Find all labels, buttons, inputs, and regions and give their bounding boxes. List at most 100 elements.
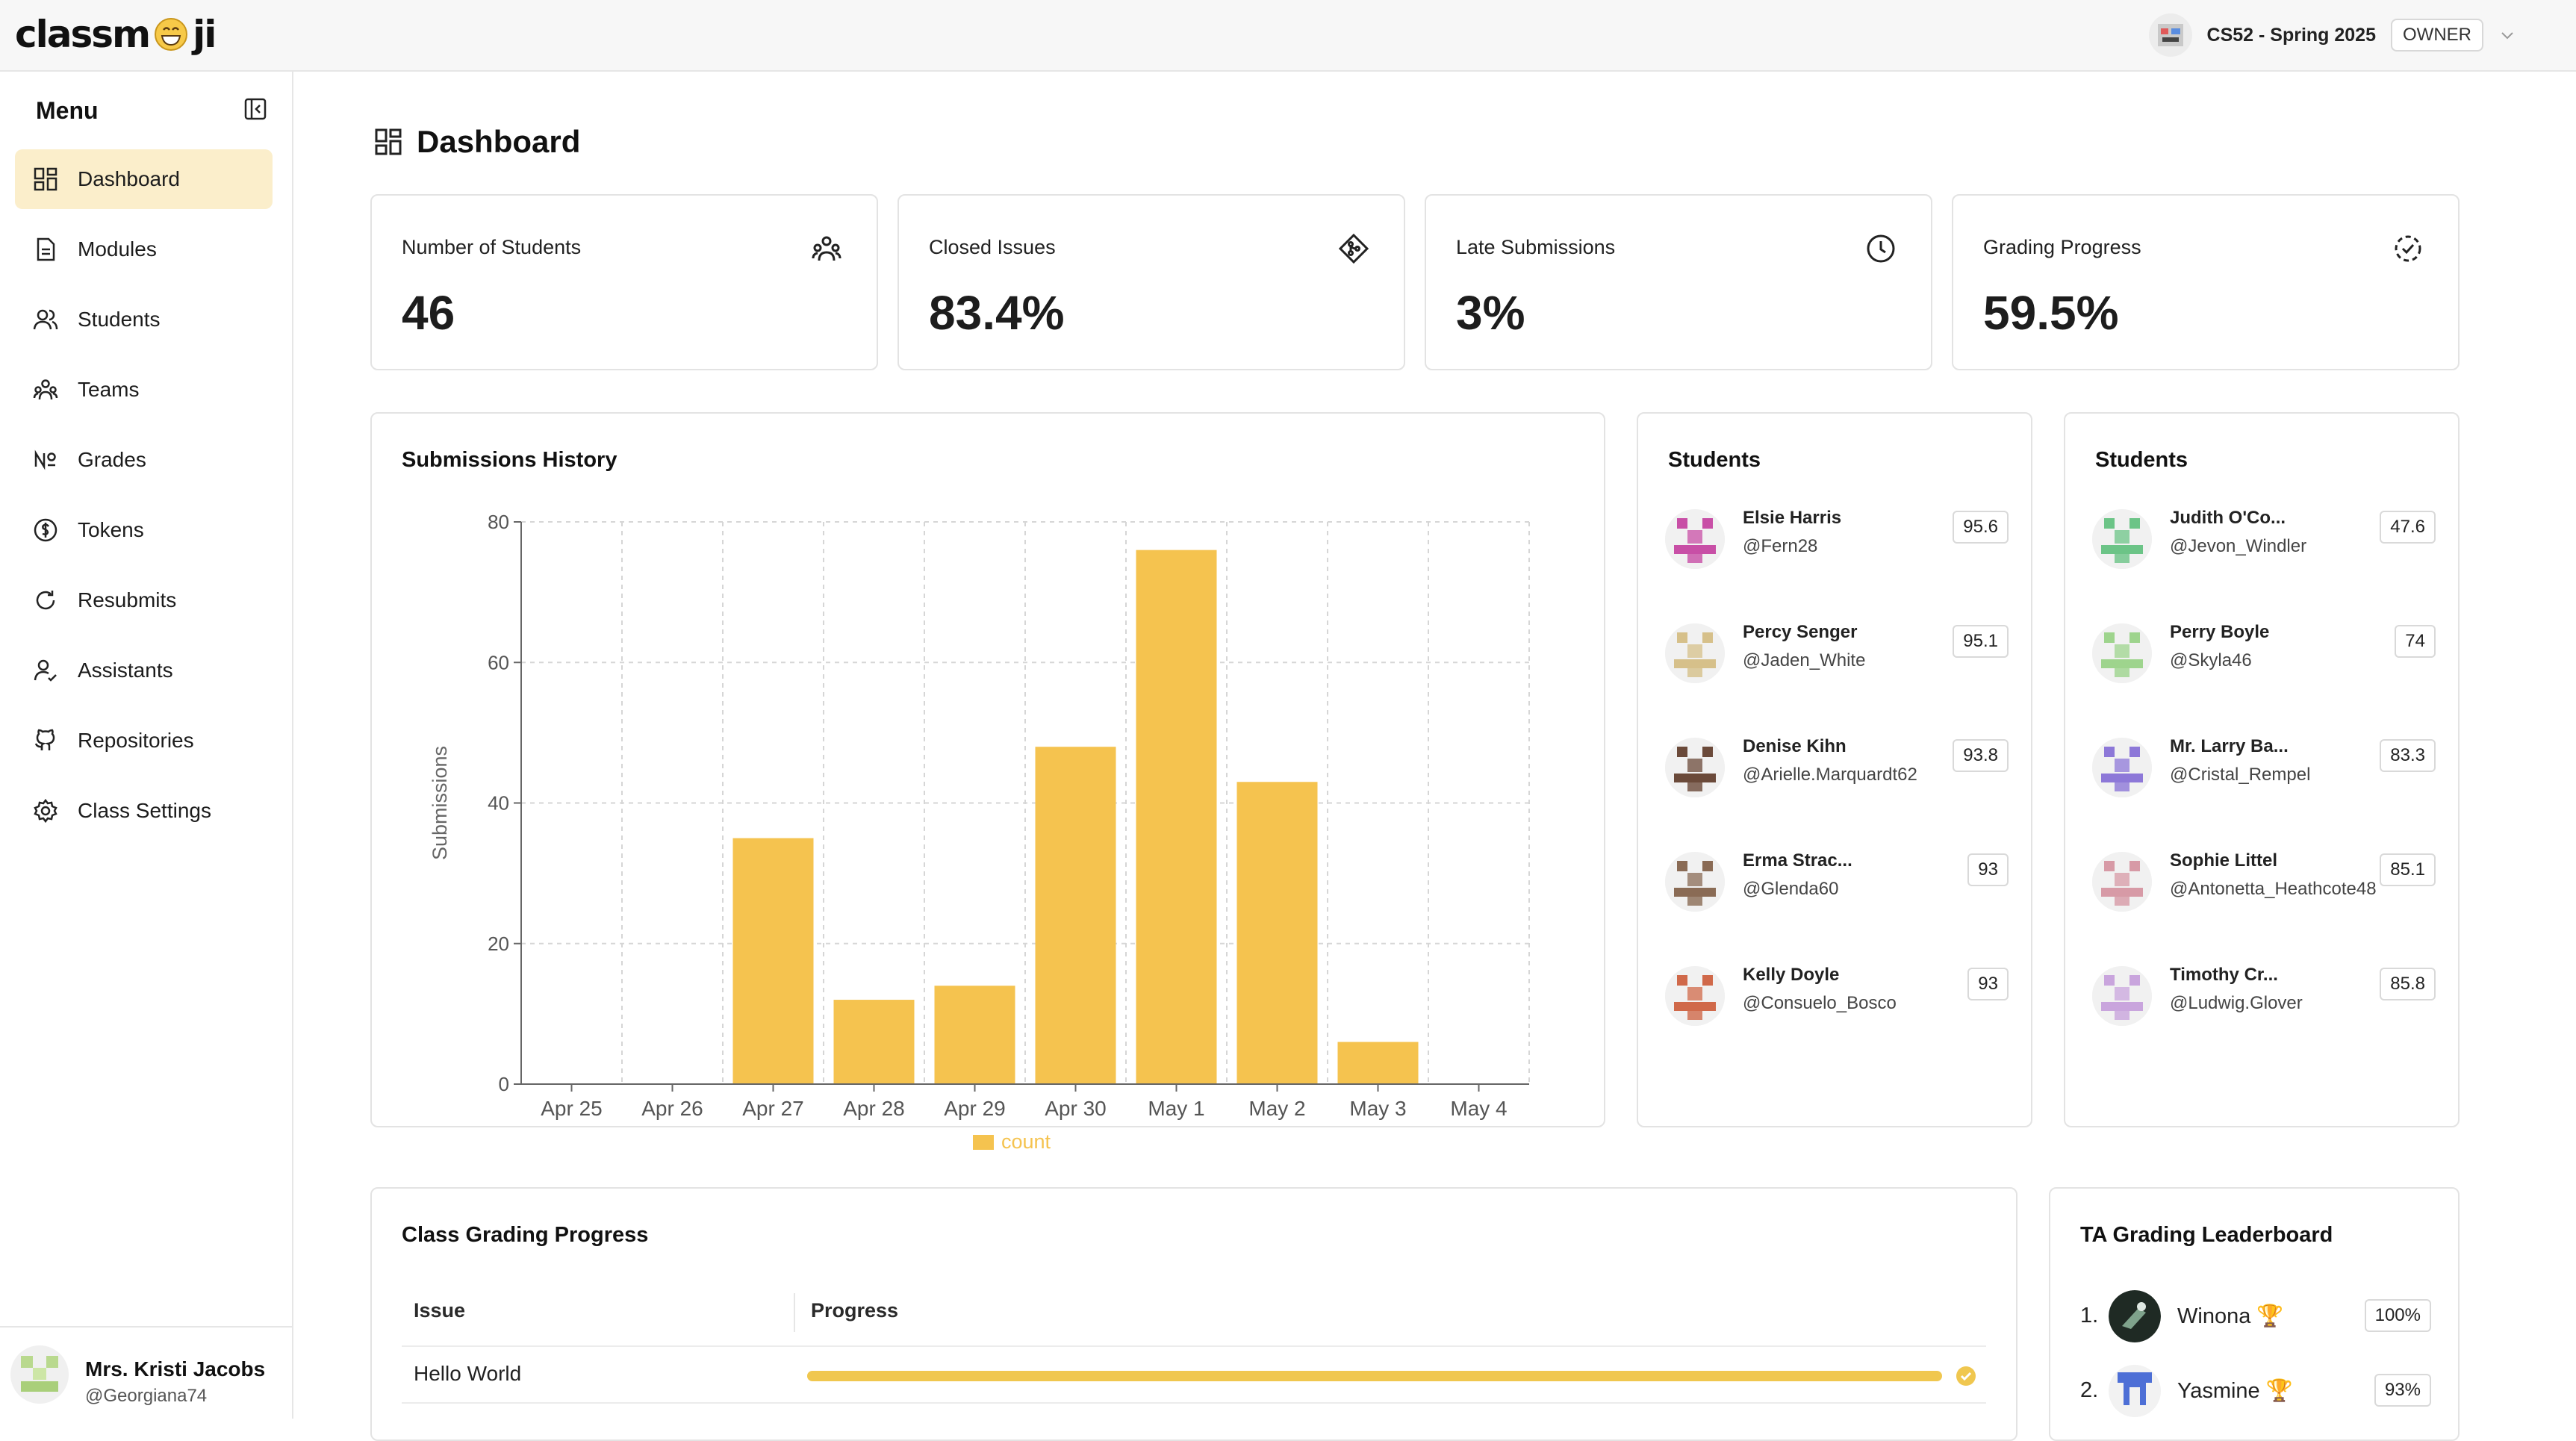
user-name: Mrs. Kristi Jacobs [85, 1357, 266, 1381]
student-name: Judith O'Co... [2170, 508, 2286, 528]
sidebar-item-grades[interactable]: Grades [15, 430, 273, 490]
refresh-icon [33, 588, 58, 613]
sidebar-item-repositories[interactable]: Repositories [15, 711, 273, 771]
legend-label: count [1001, 1130, 1051, 1153]
student-row[interactable]: Elsie Harris @Fern28 95.6 [1665, 502, 2009, 576]
course-name: CS52 - Spring 2025 [2206, 24, 2376, 46]
student-grade: 93.8 [1953, 739, 2009, 772]
student-row[interactable]: Timothy Cr... @Ludwig.Glover 85.8 [2092, 959, 2436, 1033]
chart-bar [833, 1000, 915, 1084]
x-tick-label: May 1 [1148, 1097, 1204, 1120]
top-bar: classm ji CS52 - Spring 2025 OWNER [0, 0, 2576, 72]
student-row[interactable]: Mr. Larry Ba... @Cristal_Rempel 83.3 [2092, 730, 2436, 805]
y-axis-label: Submissions [429, 746, 451, 860]
x-tick-label: May 3 [1349, 1097, 1406, 1120]
chart-bar [732, 838, 814, 1084]
student-grade: 93 [1967, 968, 2009, 1000]
sidebar-item-teams[interactable]: Teams [15, 360, 273, 420]
y-tick-label: 60 [488, 651, 509, 673]
avatar [2092, 852, 2152, 912]
student-grade: 47.6 [2380, 511, 2436, 544]
student-handle: @Cristal_Rempel [2170, 765, 2311, 785]
card-title: Students [1668, 448, 1761, 472]
student-grade: 93 [1967, 853, 2009, 886]
student-name: Sophie Littel [2170, 850, 2277, 871]
submissions-bar-chart: 0 20 40 60 80 Apr 25 Apr 26 Apr 27 Apr 28 Apr 29 A… [429, 511, 1530, 1153]
x-tick-label: Apr 30 [1045, 1097, 1107, 1120]
student-name: Kelly Doyle [1743, 965, 1840, 985]
avatar [2092, 509, 2152, 569]
dashboard-icon [33, 166, 58, 192]
logo-text-left: classm [15, 13, 151, 56]
student-handle: @Arielle.Marquardt62 [1743, 765, 1917, 785]
x-tick-label: Apr 29 [944, 1097, 1006, 1120]
student-row[interactable]: Judith O'Co... @Jevon_Windler 47.6 [2092, 502, 2436, 576]
leaderboard-row[interactable]: 1. Winona 🏆 100% [2080, 1290, 2431, 1350]
check-circle-icon [1955, 1365, 1977, 1387]
y-tick-label: 0 [499, 1073, 509, 1095]
student-row[interactable]: Sophie Littel @Antonetta_Heathcote48 85.1 [2092, 844, 2436, 919]
course-avatar [2148, 13, 2192, 57]
student-name: Denise Kihn [1743, 736, 1847, 756]
student-row[interactable]: Erma Strac... @Glenda60 93 [1665, 844, 2009, 919]
sidebar-item-label: Students [78, 308, 161, 331]
student-name: Elsie Harris [1743, 508, 1842, 528]
chart-bar [1035, 747, 1116, 1084]
app-logo[interactable]: classm ji [15, 10, 217, 58]
github-icon [33, 728, 58, 753]
leaderboard-row[interactable]: 2. Yasmine 🏆 93% [2080, 1365, 2431, 1425]
rank: 1. [2080, 1304, 2099, 1328]
sidebar-item-assistants[interactable]: Assistants [15, 641, 273, 700]
student-handle: @Skyla46 [2170, 650, 2252, 670]
menu-title: Menu [36, 97, 99, 124]
stat-value: 59.5% [1983, 286, 2119, 340]
sidebar-item-students[interactable]: Students [15, 290, 273, 349]
avatar [1665, 738, 1725, 797]
student-row[interactable]: Kelly Doyle @Consuelo_Bosco 93 [1665, 959, 2009, 1033]
student-handle: @Jevon_Windler [2170, 536, 2307, 556]
sidebar-item-label: Repositories [78, 729, 194, 752]
card-title: TA Grading Leaderboard [2080, 1223, 2333, 1247]
sidebar-item-modules[interactable]: Modules [15, 220, 273, 279]
sidebar-item-class-settings[interactable]: Class Settings [15, 781, 273, 841]
page-title: Dashboard [417, 124, 581, 159]
rank: 2. [2080, 1378, 2099, 1402]
avatar [2109, 1365, 2161, 1417]
sidebar-item-resubmits[interactable]: Resubmits [15, 570, 273, 630]
sidebar-item-dashboard[interactable]: Dashboard [15, 149, 273, 209]
student-grade: 85.1 [2380, 853, 2436, 886]
grinning-emoji-icon [154, 17, 188, 52]
student-row[interactable]: Percy Senger @Jaden_White 95.1 [1665, 616, 2009, 691]
stat-value: 83.4% [929, 286, 1065, 340]
y-tick-label: 80 [488, 511, 509, 533]
card-title: Class Grading Progress [402, 1223, 649, 1247]
student-handle: @Jaden_White [1743, 650, 1866, 670]
issue-name[interactable]: Hello World [414, 1362, 521, 1386]
ta-name: Yasmine 🏆 [2177, 1379, 2293, 1403]
stat-card-late-submissions: Late Submissions 3% [1425, 194, 1932, 370]
avatar [1665, 966, 1725, 1026]
clock-icon [1865, 233, 1897, 264]
sidebar-item-label: Class Settings [78, 799, 211, 822]
legend-swatch [973, 1135, 994, 1150]
collapse-sidebar-icon[interactable] [243, 97, 267, 121]
student-grade: 95.6 [1953, 511, 2009, 544]
chevron-down-icon[interactable] [2498, 26, 2516, 44]
current-user-card[interactable]: Mrs. Kristi Jacobs @Georgiana74 [0, 1326, 292, 1419]
x-tick-label: Apr 28 [843, 1097, 905, 1120]
user-handle: @Georgiana74 [85, 1386, 208, 1406]
sidebar-item-tokens[interactable]: Tokens [15, 500, 273, 560]
student-grade: 74 [2395, 625, 2436, 658]
chart-bar [1236, 782, 1318, 1084]
role-badge: OWNER [2391, 19, 2483, 52]
student-grade: 83.3 [2380, 739, 2436, 772]
stat-label: Closed Issues [929, 236, 1056, 258]
ta-percent: 93% [2374, 1374, 2431, 1407]
document-icon [33, 237, 58, 262]
dashboard-icon [373, 127, 403, 157]
student-handle: @Antonetta_Heathcote48 [2170, 879, 2377, 899]
course-switcher[interactable]: CS52 - Spring 2025 OWNER [2148, 13, 2516, 57]
student-row[interactable]: Perry Boyle @Skyla46 74 [2092, 616, 2436, 691]
sidebar-nav: Dashboard Modules Students Teams Grades [15, 149, 273, 851]
student-row[interactable]: Denise Kihn @Arielle.Marquardt62 93.8 [1665, 730, 2009, 805]
